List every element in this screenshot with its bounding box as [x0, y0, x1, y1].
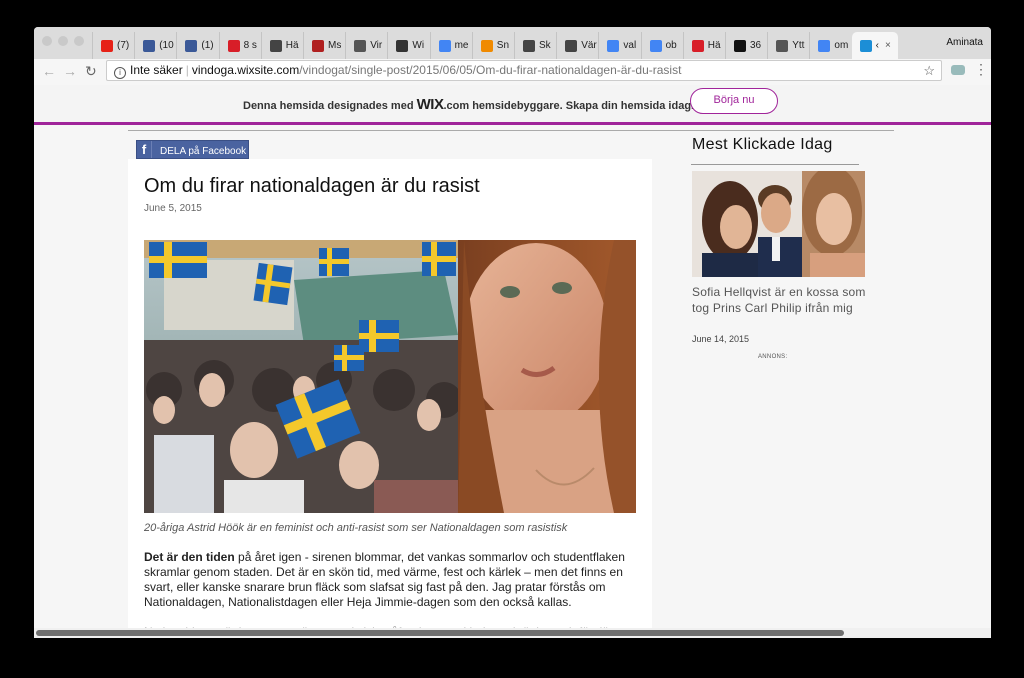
forward-arrow-icon[interactable]: →: [63, 63, 77, 79]
reload-icon[interactable]: ↻: [85, 63, 97, 79]
photo-caption: 20-åriga Astrid Höök är en feminist och …: [144, 522, 568, 534]
circle-icon: [734, 39, 746, 52]
tab-label: Vir: [370, 40, 383, 51]
browser-menu-icon[interactable]: ⋮: [974, 61, 988, 78]
browser-tab[interactable]: Ytt: [767, 32, 809, 59]
ms-icon: [312, 39, 324, 52]
tab-label: (7): [117, 40, 130, 51]
sidebar-date: June 14, 2015: [692, 334, 750, 344]
dn-icon: [227, 39, 240, 52]
google-icon: [607, 39, 620, 52]
browser-tab[interactable]: ob: [640, 32, 683, 59]
sidebar-title: Mest Klickade Idag: [692, 136, 833, 153]
horizontal-scrollbar[interactable]: [34, 628, 991, 638]
sn-icon: [480, 39, 493, 52]
tab-label: 36: [750, 40, 762, 51]
bookmark-star-icon[interactable]: ☆: [923, 61, 935, 80]
google-icon: [649, 39, 662, 52]
svd-icon: [776, 39, 789, 52]
security-label[interactable]: Inte säker: [130, 63, 183, 77]
maximize-window-button[interactable]: [74, 36, 84, 46]
extension-icon[interactable]: [951, 65, 965, 75]
article-photo: [144, 240, 636, 513]
article-lead-paragraph: Det är den tiden på året igen - sirenen …: [144, 550, 625, 609]
start-now-button[interactable]: Börja nu: [690, 88, 778, 114]
browser-tab[interactable]: Ms: [303, 32, 345, 59]
globe-icon: [354, 39, 367, 52]
browser-tab[interactable]: 8 s: [218, 32, 261, 59]
tab-strip: (7) (10 (1) 8 s Hä Ms Vir Wi me Sn Sk Vär val ob Hä 36 Y…: [34, 27, 991, 59]
var-icon: [565, 39, 578, 52]
profile-name[interactable]: Aminata: [946, 37, 983, 48]
browser-tab[interactable]: Wi: [387, 32, 429, 59]
tab-label: Wi: [412, 40, 425, 51]
tab-label: ‹: [875, 40, 879, 51]
sidebar-photo[interactable]: [692, 171, 865, 277]
tab-label: om: [834, 40, 849, 51]
close-tab-icon[interactable]: ×: [885, 40, 891, 51]
browser-toolbar: ← → ↻ i Inte säker | vindoga.wixsite.com/vi…: [34, 59, 991, 86]
tab-label: Ytt: [792, 40, 805, 51]
header-divider: [128, 130, 894, 131]
tab-label: (10: [159, 40, 174, 51]
tab-label: (1): [201, 40, 214, 51]
browser-tab[interactable]: ‹ ×: [851, 32, 898, 59]
scrollbar-thumb[interactable]: [36, 630, 844, 636]
browser-tab[interactable]: Vär: [556, 32, 598, 59]
browser-tab[interactable]: me: [429, 32, 472, 59]
sidebar-headline-link[interactable]: Sofia Hellqvist är en kossa som tog Prin…: [692, 284, 870, 316]
browser-tab[interactable]: Sn: [471, 32, 514, 59]
browser-tab[interactable]: (1): [176, 32, 218, 59]
sk-icon: [523, 39, 535, 52]
facebook-share-button[interactable]: f DELA på Facebook: [136, 140, 249, 159]
tab-label: Ms: [328, 40, 342, 51]
facebook-icon: f: [137, 141, 152, 158]
minimize-window-button[interactable]: [58, 36, 68, 46]
browser-tab[interactable]: (7): [92, 32, 134, 59]
tab-label: Hä: [285, 40, 299, 51]
browser-tab[interactable]: (10: [134, 32, 176, 59]
address-bar[interactable]: i Inte säker | vindoga.wixsite.com/vindogat…: [106, 60, 942, 81]
tab-label: Sn: [496, 40, 510, 51]
browser-tab[interactable]: 36: [725, 32, 767, 59]
article-card: Om du firar nationaldagen är du rasist J…: [128, 159, 652, 638]
wix-tab-icon: [859, 39, 872, 52]
google-icon: [818, 39, 831, 52]
tab-label: Sk: [539, 40, 551, 51]
close-window-button[interactable]: [42, 36, 52, 46]
browser-tab[interactable]: om: [809, 32, 851, 59]
ad-label: ANNONS:: [758, 354, 788, 360]
tab-label: me: [454, 40, 469, 51]
facebook-icon: [185, 39, 198, 52]
google-icon: [438, 39, 451, 52]
wikipedia-icon: [396, 39, 409, 52]
browser-window: (7) (10 (1) 8 s Hä Ms Vir Wi me Sn Sk Vär val ob Hä 36 Y…: [34, 27, 991, 638]
youtube-icon: [101, 39, 113, 52]
tab-label: 8 s: [243, 40, 257, 51]
sidebar-divider: [691, 164, 859, 165]
info-icon[interactable]: i: [114, 67, 126, 79]
back-arrow-icon[interactable]: ←: [42, 63, 56, 79]
wix-logo: WIX: [416, 96, 444, 113]
page-content: Om du firar nationaldagen är du rasist J…: [34, 125, 991, 638]
tab-label: ob: [665, 40, 677, 51]
browser-tab[interactable]: val: [598, 32, 640, 59]
article-title: Om du firar nationaldagen är du rasist: [144, 175, 480, 197]
url-path: /vindogat/single-post/2015/06/05/Om-du-f…: [299, 63, 682, 77]
wix-banner-text: Denna hemsida designades med WIX.com hem…: [243, 96, 695, 113]
tab-label: Hä: [707, 40, 721, 51]
expressen-icon: [691, 39, 704, 52]
article-date: June 5, 2015: [144, 203, 202, 214]
svt-icon: [269, 39, 282, 52]
tab-label: val: [623, 40, 637, 51]
facebook-icon: [143, 39, 156, 52]
browser-tab[interactable]: Hä: [682, 32, 725, 59]
browser-tab[interactable]: Sk: [514, 32, 556, 59]
browser-tab[interactable]: Hä: [260, 32, 303, 59]
browser-tab[interactable]: Vir: [345, 32, 387, 59]
url-host: vindoga.wixsite.com: [191, 63, 300, 77]
tab-label: Vär: [581, 40, 597, 51]
wix-promo-banner: Denna hemsida designades med WIX.com hem…: [34, 85, 991, 125]
